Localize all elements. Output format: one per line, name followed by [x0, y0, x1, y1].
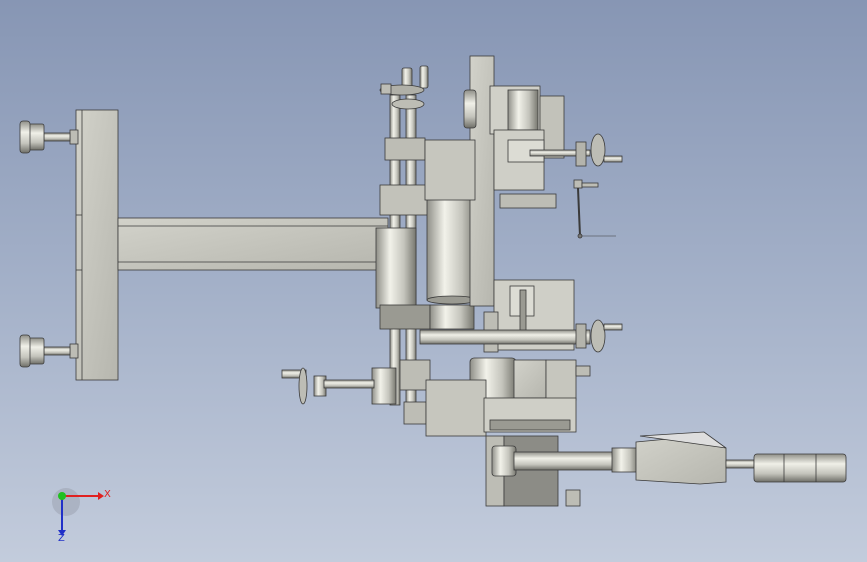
leveling-foot-top — [19, 120, 79, 154]
cad-viewport[interactable]: X Z — [0, 0, 867, 562]
lower-motor — [469, 357, 591, 401]
leveling-foot-bottom — [19, 334, 79, 368]
z-axis-label: Z — [58, 533, 65, 544]
x-axis-label: X — [104, 489, 111, 500]
y-axis-dot — [58, 492, 66, 500]
axis-triad — [52, 488, 104, 536]
lower-frame — [425, 379, 581, 507]
assembly-drawing: X Z — [19, 55, 847, 544]
base-plate — [75, 109, 119, 381]
top-handwheels — [379, 65, 429, 110]
support-arm — [117, 217, 389, 271]
